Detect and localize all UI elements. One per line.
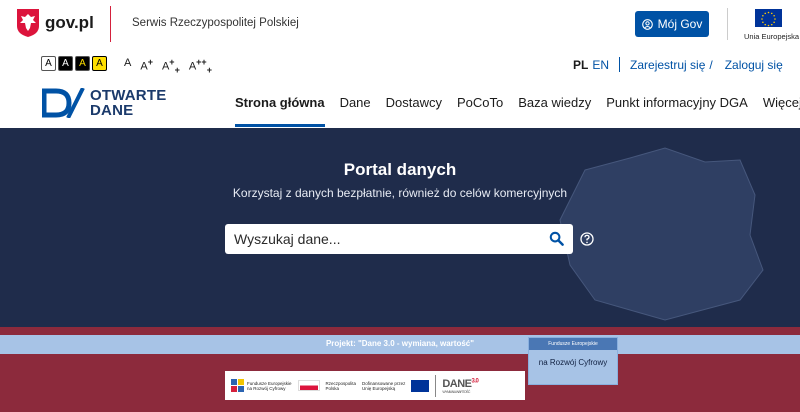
- logo-divider: [435, 374, 437, 397]
- ue-line-1: Dofinansowane przez: [362, 380, 406, 386]
- otwarte-dane-logo-icon: [42, 88, 85, 118]
- dane-logo-version: 3.0: [471, 377, 479, 384]
- brand-text: OTWARTE DANE: [90, 88, 166, 118]
- brand-line-2: DANE: [90, 102, 134, 119]
- nav-item-wiecej[interactable]: Więcej: [763, 95, 800, 127]
- lang-separator: [619, 57, 621, 72]
- ue-line-2: Unię Europejską: [362, 385, 396, 391]
- font-size-medium-button[interactable]: A+: [140, 57, 153, 73]
- font-size-default-button[interactable]: A: [124, 57, 131, 69]
- ue-logo-text: Dofinansowane przez Unię Europejską: [362, 381, 405, 391]
- fe-card-header: Fundusze Europejskie: [529, 338, 617, 350]
- gov-divider: [110, 6, 111, 42]
- fe-logo-text: Fundusze Europejskie na Rozwój Cyfrowy: [247, 381, 292, 391]
- top-links: PL EN Zarejestruj się / Zaloguj się: [573, 57, 783, 72]
- moj-gov-label: Mój Gov: [657, 17, 703, 31]
- font-size-base: A: [140, 60, 148, 73]
- project-banner[interactable]: Projekt: "Dane 3.0 - wymiana, wartość" F…: [0, 327, 800, 412]
- ue-label: Unia Europejska: [744, 32, 800, 41]
- fe-card: Fundusze Europejskie na Rozwój Cyfrowy: [528, 337, 618, 385]
- nav-item-dostawcy[interactable]: Dostawcy: [386, 95, 442, 127]
- font-size-large-button[interactable]: A++: [162, 57, 180, 75]
- eu-flag-icon: [755, 9, 782, 27]
- font-size-sup: ++: [196, 57, 207, 67]
- dane-logo-subtitle: WYMIANA WARTOŚĆ: [442, 389, 470, 394]
- font-size-sup: +: [147, 57, 153, 67]
- main-nav: Strona główna Dane Dostawcy PoCoTo Baza …: [235, 95, 800, 127]
- rp-logo-text: Rzeczpospolita Polska: [326, 381, 357, 391]
- gov-logo-text: gov.pl: [45, 13, 94, 32]
- fe-line-1: Fundusze Europejskie: [247, 380, 292, 386]
- contrast-yellow-black-button[interactable]: A: [92, 56, 107, 71]
- contrast-black-yellow-button[interactable]: A: [75, 56, 90, 71]
- eagle-icon: [17, 9, 39, 37]
- auth-slash: /: [709, 57, 713, 72]
- rp-line-1: Rzeczpospolita: [325, 380, 357, 386]
- register-link[interactable]: Zarejestruj się: [630, 58, 705, 72]
- search-input[interactable]: [234, 229, 534, 249]
- hero-subtitle: Korzystaj z danych bezpłatnie, również d…: [232, 186, 568, 200]
- poland-flag-icon: [297, 380, 320, 391]
- ue-divider: [727, 8, 728, 40]
- nav-item-dane[interactable]: Dane: [340, 95, 371, 127]
- fe-line-2: na Rozwój Cyfrowy: [247, 385, 286, 391]
- banner-project-title: Projekt: "Dane 3.0 - wymiana, wartość": [325, 339, 475, 348]
- dane-30-logo: DANE3.0 WYMIANA WARTOŚĆ: [442, 377, 479, 394]
- nav-item-strona-glowna[interactable]: Strona główna: [235, 95, 325, 127]
- login-link[interactable]: Zaloguj się: [725, 58, 783, 72]
- font-size-sub: +: [206, 64, 212, 75]
- gov-logo[interactable]: gov.pl: [16, 8, 94, 38]
- lang-en-link[interactable]: EN: [592, 58, 609, 72]
- eu-flag-small-icon: [411, 379, 430, 392]
- contrast-switcher: A A A A: [41, 56, 107, 71]
- nav-item-baza-wiedzy[interactable]: Baza wiedzy: [518, 95, 591, 127]
- font-size-sub: +: [174, 64, 180, 75]
- nav-more-label: Więcej: [762, 95, 800, 110]
- help-icon[interactable]: [580, 232, 594, 246]
- hero-section: Portal danych Korzystaj z danych bezpłat…: [0, 128, 800, 327]
- fe-card-text: na Rozwój Cyfrowy: [538, 358, 608, 367]
- font-size-switcher: A A+ A++ A+++: [124, 57, 212, 75]
- rp-line-2: Polska: [325, 385, 340, 391]
- funding-logos: Fundusze Europejskie na Rozwój Cyfrowy R…: [225, 371, 525, 400]
- nav-item-punkt-dga[interactable]: Punkt informacyjny DGA: [606, 95, 748, 127]
- hero-title: Portal danych: [343, 160, 457, 179]
- serwis-label: Serwis Rzeczypospolitej Polskiej: [132, 17, 299, 29]
- search-box: [225, 224, 573, 254]
- font-size-xlarge-button[interactable]: A+++: [189, 57, 212, 75]
- otwarte-dane-logo[interactable]: OTWARTE DANE: [42, 88, 166, 118]
- contrast-default-button[interactable]: A: [41, 56, 56, 71]
- fe-logo: Fundusze Europejskie na Rozwój Cyfrowy: [231, 379, 292, 392]
- user-circle-icon: [641, 18, 653, 30]
- brand-line-1: OTWARTE: [90, 87, 167, 104]
- dane-logo-text: DANE: [442, 377, 472, 390]
- nav-item-pocoto[interactable]: PoCoTo: [457, 95, 503, 127]
- search-icon[interactable]: [549, 231, 564, 246]
- fe-logo-icon: [231, 379, 244, 392]
- font-size-base: A: [124, 57, 132, 69]
- lang-pl-link[interactable]: PL: [573, 58, 588, 72]
- contrast-black-white-button[interactable]: A: [58, 56, 73, 71]
- gov-header: gov.pl Serwis Rzeczypospolitej Polskiej …: [0, 0, 800, 48]
- moj-gov-button[interactable]: Mój Gov: [635, 11, 709, 37]
